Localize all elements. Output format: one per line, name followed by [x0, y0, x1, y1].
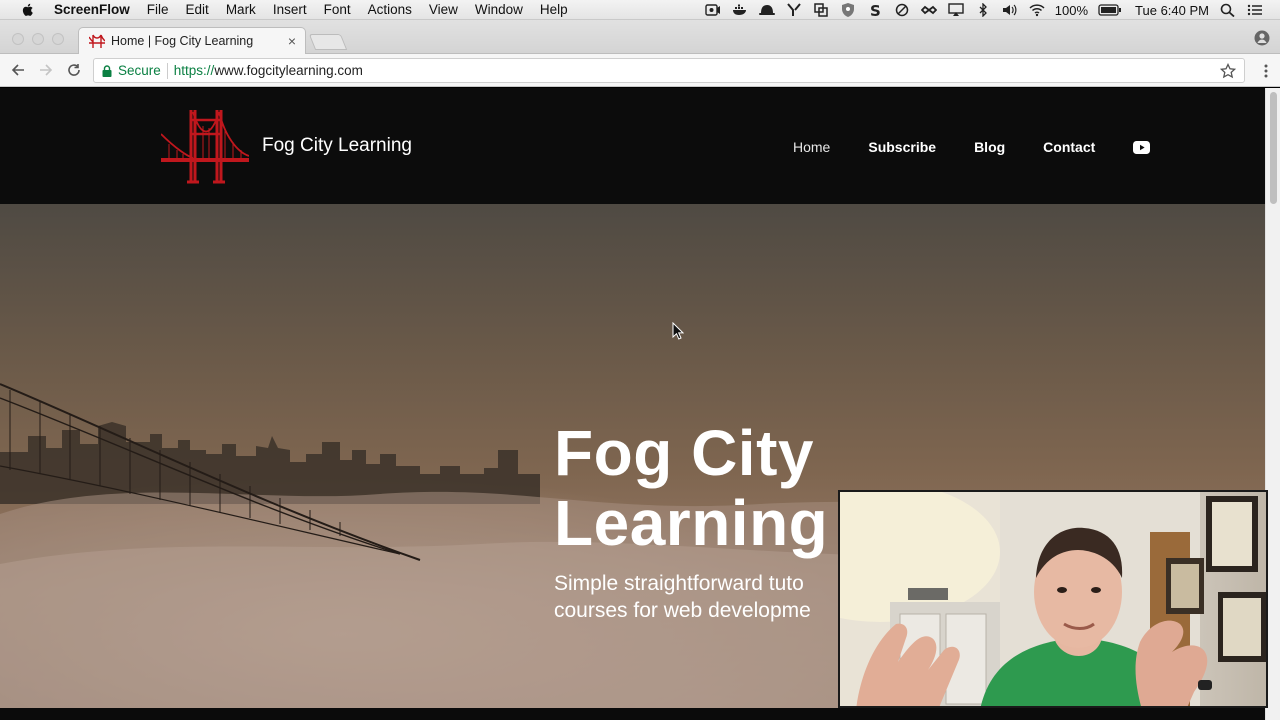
site-name[interactable]: Fog City Learning	[262, 135, 412, 157]
browser-tab-strip: Home | Fog City Learning ×	[0, 20, 1280, 54]
svg-text:S: S	[870, 3, 881, 17]
forward-button[interactable]	[38, 62, 54, 78]
hero-title-line-1: Fog City	[554, 417, 814, 489]
menu-font[interactable]: Font	[324, 2, 351, 17]
battery-icon[interactable]	[1098, 2, 1122, 18]
bottom-edge	[0, 708, 1265, 720]
reload-icon	[68, 64, 80, 76]
airplay-icon[interactable]	[947, 2, 965, 18]
hat-icon[interactable]	[758, 2, 776, 18]
golden-gate-favicon-icon	[89, 34, 105, 48]
window-close-button[interactable]	[12, 33, 24, 45]
back-button[interactable]	[10, 62, 26, 78]
hero-subtitle-line-1: Simple straightforward tuto	[554, 572, 804, 595]
menu-mark[interactable]: Mark	[226, 2, 256, 17]
hero-title: Fog City Learning	[554, 418, 828, 558]
tab-title: Home | Fog City Learning	[111, 34, 254, 48]
browser-menu-icon[interactable]	[1264, 63, 1268, 79]
url-host: www.fogcitylearning.com	[214, 63, 363, 78]
menu-clock[interactable]: Tue 6:40 PM	[1135, 3, 1209, 18]
nav-subscribe[interactable]: Subscribe	[868, 139, 936, 155]
nav-blog[interactable]: Blog	[974, 139, 1005, 155]
webcam-overlay	[838, 490, 1268, 708]
hero-title-line-2: Learning	[554, 487, 829, 559]
docker-icon[interactable]	[731, 2, 749, 18]
arrow-left-icon	[11, 64, 24, 76]
address-bar[interactable]: Secure https:// www.fogcitylearning.com	[93, 58, 1245, 83]
window-zoom-button[interactable]	[52, 33, 64, 45]
apple-menu-icon[interactable]	[20, 2, 36, 18]
menu-insert[interactable]: Insert	[273, 2, 307, 17]
infinity-icon[interactable]	[920, 2, 938, 18]
arrow-right-icon	[40, 64, 53, 76]
address-separator	[166, 62, 168, 79]
mouse-cursor-icon	[672, 322, 684, 340]
golden-gate-logo-icon[interactable]	[161, 108, 249, 184]
browser-toolbar: Secure https:// www.fogcitylearning.com	[0, 54, 1280, 87]
skype-icon[interactable]: S	[866, 2, 884, 18]
site-nav: Home Subscribe Blog Contact	[793, 139, 1151, 155]
profile-icon[interactable]	[1254, 30, 1270, 46]
spotlight-search-icon[interactable]	[1219, 2, 1237, 18]
circle-slash-icon[interactable]	[893, 2, 911, 18]
browser-tab-active[interactable]: Home | Fog City Learning ×	[78, 27, 306, 54]
bookmark-star-icon[interactable]	[1220, 63, 1236, 79]
site-header: Fog City Learning Home Subscribe Blog Co…	[0, 88, 1265, 204]
secure-label: Secure	[118, 63, 161, 78]
window-minimize-button[interactable]	[32, 33, 44, 45]
youtube-icon[interactable]	[1133, 140, 1151, 154]
url-scheme: https://	[173, 63, 215, 78]
menu-file[interactable]: File	[147, 2, 169, 17]
menu-help[interactable]: Help	[540, 2, 568, 17]
screen-record-icon[interactable]	[704, 2, 722, 18]
scrollbar-thumb[interactable]	[1270, 92, 1277, 204]
wifi-icon[interactable]	[1028, 2, 1046, 18]
fork-icon[interactable]	[785, 2, 803, 18]
menu-view[interactable]: View	[429, 2, 458, 17]
reload-button[interactable]	[66, 62, 82, 78]
menu-extras: S 100% Tue 6:40 PM	[704, 0, 1280, 20]
menu-edit[interactable]: Edit	[186, 2, 209, 17]
notification-center-icon[interactable]	[1246, 2, 1264, 18]
shield-icon[interactable]	[839, 2, 857, 18]
nav-home[interactable]: Home	[793, 139, 830, 155]
nav-contact[interactable]: Contact	[1043, 139, 1095, 155]
tab-close-icon[interactable]: ×	[283, 33, 301, 49]
menu-window[interactable]: Window	[475, 2, 523, 17]
presenter-video-frame	[840, 492, 1266, 706]
menu-actions[interactable]: Actions	[368, 2, 412, 17]
menu-app-name[interactable]: ScreenFlow	[54, 2, 130, 17]
macos-menu-bar: ScreenFlow File Edit Mark Insert Font Ac…	[0, 0, 1280, 20]
new-tab-button[interactable]	[308, 34, 348, 50]
copy-icon[interactable]	[812, 2, 830, 18]
volume-icon[interactable]	[1001, 2, 1019, 18]
bluetooth-icon[interactable]	[974, 2, 992, 18]
hero-subtitle: Simple straightforward tuto courses for …	[554, 570, 811, 624]
hero-subtitle-line-2: courses for web developme	[554, 599, 811, 622]
battery-percent: 100%	[1054, 2, 1089, 18]
lock-icon	[102, 64, 112, 77]
